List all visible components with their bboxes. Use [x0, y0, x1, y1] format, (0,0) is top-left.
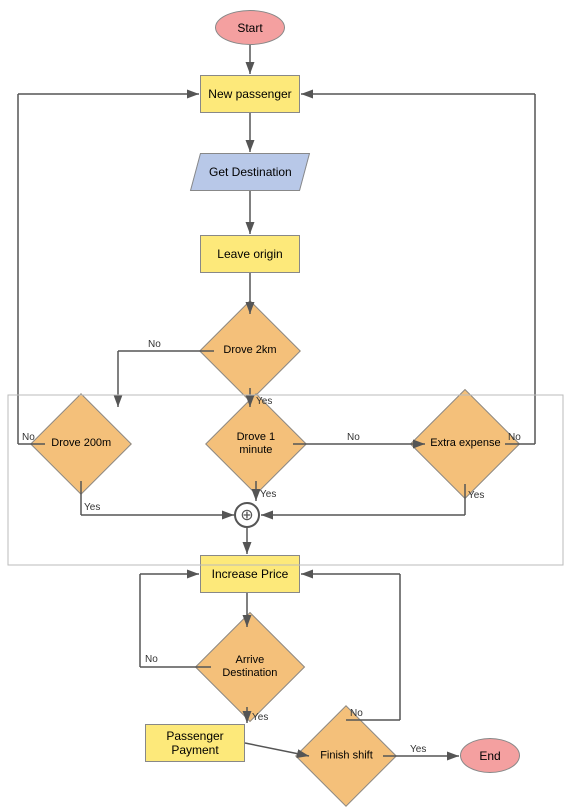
end-node: End: [460, 738, 520, 773]
arrive-destination-node: Arrive Destination: [195, 612, 305, 722]
svg-text:Yes: Yes: [84, 502, 100, 513]
svg-text:Yes: Yes: [410, 744, 426, 755]
drove-1min-node: Drove 1 minute: [205, 393, 307, 495]
get-destination-node: Get Destination: [190, 153, 310, 191]
svg-text:No: No: [145, 654, 158, 665]
new-passenger-node: New passenger: [200, 75, 300, 113]
merge-circle: ⊕: [234, 502, 260, 528]
increase-price-node: Increase Price: [200, 555, 300, 593]
flowchart: Start New passenger Get Destination Leav…: [0, 0, 572, 780]
finish-shift-node: Finish shift: [295, 705, 397, 807]
svg-text:No: No: [347, 432, 360, 443]
drove-200m-node: Drove 200m: [30, 393, 132, 495]
svg-text:No: No: [148, 339, 161, 350]
extra-expense-node: Extra expense: [410, 389, 520, 499]
passenger-payment-node: Passenger Payment: [145, 724, 245, 762]
drove-2km-node: Drove 2km: [199, 300, 301, 402]
start-node: Start: [215, 10, 285, 45]
leave-origin-node: Leave origin: [200, 235, 300, 273]
svg-text:Yes: Yes: [260, 489, 276, 500]
